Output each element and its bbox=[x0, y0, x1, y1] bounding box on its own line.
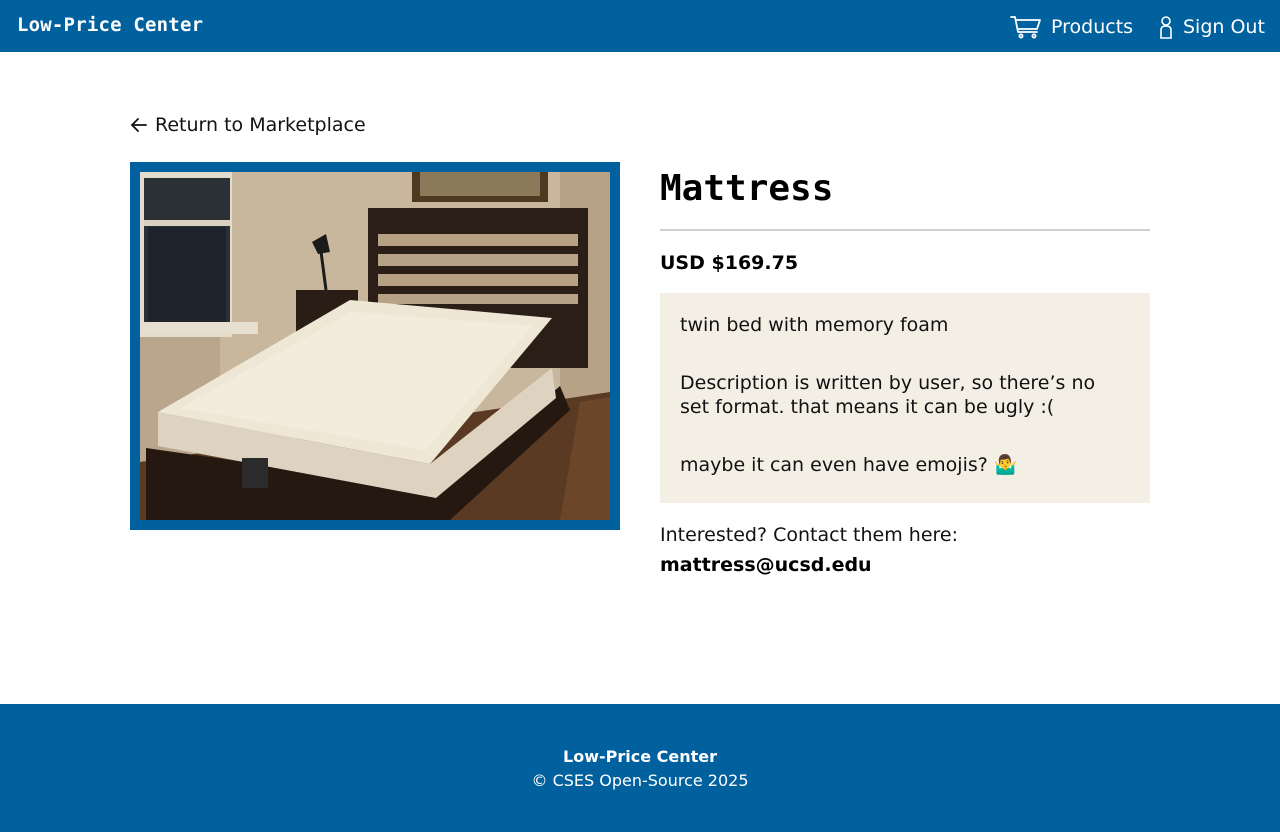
description-paragraph: Description is written by user, so there… bbox=[680, 372, 1096, 418]
return-to-marketplace-label: Return to Marketplace bbox=[155, 114, 366, 136]
description-paragraph: twin bed with memory foam bbox=[680, 314, 949, 336]
product-image bbox=[140, 172, 610, 520]
brand-logo-link[interactable]: Low-Price Center bbox=[17, 14, 203, 36]
product-title: Mattress bbox=[660, 168, 834, 209]
return-to-marketplace-link[interactable]: Return to Marketplace bbox=[130, 114, 366, 136]
top-navigation-bar: Low-Price Center Products Sign Out bbox=[0, 0, 1280, 52]
person-icon bbox=[1157, 15, 1175, 39]
cart-icon bbox=[1010, 15, 1042, 39]
product-description: twin bed with memory foam Description is… bbox=[660, 293, 1150, 503]
nav-products-link[interactable]: Products bbox=[1010, 13, 1133, 41]
product-image-frame bbox=[130, 162, 620, 530]
title-divider bbox=[660, 229, 1150, 231]
footer-title: Low-Price Center bbox=[563, 747, 717, 766]
nav-products-label: Products bbox=[1051, 16, 1134, 38]
contact-email-link[interactable]: mattress@ucsd.edu bbox=[660, 553, 872, 577]
nav-sign-out-label: Sign Out bbox=[1183, 16, 1265, 38]
contact-prompt: Interested? Contact them here: bbox=[660, 524, 958, 546]
description-paragraph: maybe it can even have emojis? 🤷‍♂️ bbox=[680, 454, 1018, 476]
arrow-left-icon bbox=[130, 116, 148, 134]
product-details: Mattress USD $169.75 twin bed with memor… bbox=[660, 162, 1150, 577]
nav-sign-out-link[interactable]: Sign Out bbox=[1157, 13, 1265, 41]
page-footer: Low-Price Center © CSES Open-Source 2025 bbox=[0, 704, 1280, 832]
product-price: USD $169.75 bbox=[660, 252, 799, 274]
footer-copyright: © CSES Open-Source 2025 bbox=[531, 771, 749, 790]
